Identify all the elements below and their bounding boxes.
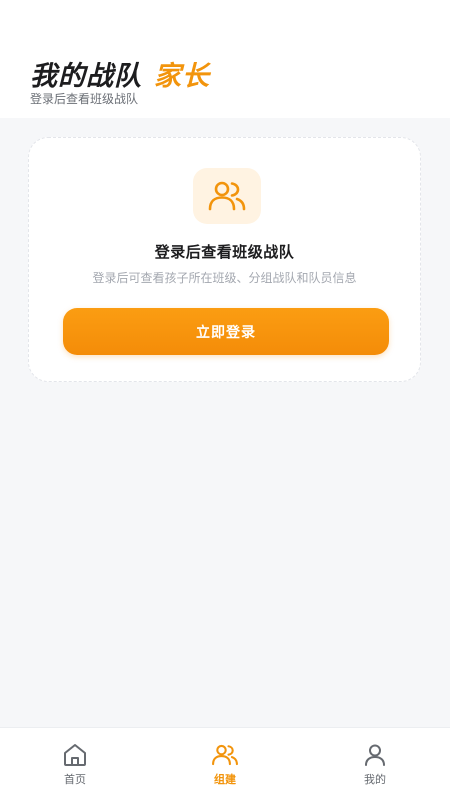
home-icon [61,742,89,768]
card-description: 登录后可查看孩子所在班级、分组战队和队员信息 [92,271,357,285]
tab-team[interactable]: 组建 [150,728,300,801]
tab-mine-label: 我的 [364,773,386,786]
tab-home-label: 首页 [64,773,86,786]
title-row: 我的战队 家长 [30,54,210,93]
tab-home[interactable]: 首页 [0,728,150,801]
page-subtitle: 登录后查看班级战队 [30,92,139,106]
login-prompt-card: 登录后查看班级战队 登录后可查看孩子所在班级、分组战队和队员信息 立即登录 [28,137,421,382]
role-badge: 家长 [154,61,210,92]
tab-team-label: 组建 [214,773,236,786]
team-icon [211,742,239,768]
tab-mine[interactable]: 我的 [300,728,450,801]
bottom-tab-bar: 首页 组建 我的 [0,727,450,801]
card-title: 登录后查看班级战队 [154,243,295,261]
login-button[interactable]: 立即登录 [63,308,389,355]
page-title: 我的战队 [30,61,142,92]
page-header: 我的战队 家长 登录后查看班级战队 [0,0,450,118]
team-icon [193,168,261,224]
user-icon [361,742,389,768]
